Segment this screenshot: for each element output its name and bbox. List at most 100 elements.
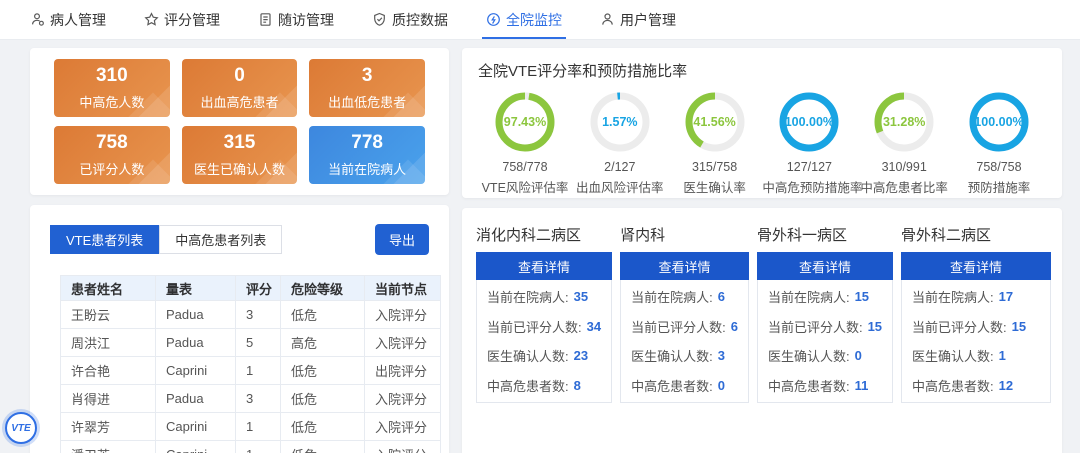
summary-card[interactable]: 778 当前在院病人 <box>309 126 425 184</box>
table-cell: 低危 <box>280 440 365 453</box>
stat-value: 15 <box>1011 318 1027 334</box>
table-cell: 入院评分 <box>364 328 441 357</box>
table-cell: Padua <box>155 300 236 329</box>
top-navigation: 病人管理 评分管理 随访管理 质控数据 全院监控 用户管理 <box>0 0 1080 40</box>
department-stat-line: 中高危患者数: 8 <box>487 371 601 401</box>
summary-card[interactable]: 315 医生已确认人数 <box>181 126 298 184</box>
stat-label: 中高危患者数: <box>912 378 994 394</box>
departments-panel: 消化内科二病区 查看详情 当前在院病人: 35 当前已评分人数: 34 医生确认人数: 23 中… <box>462 208 1062 453</box>
stat-value: 17 <box>998 289 1014 305</box>
table-row: 肖得进 Padua 3 低危 入院评分 <box>60 384 441 413</box>
stat-label: 医生确认人数: <box>767 349 850 365</box>
gauge-fraction: 127/127 <box>786 160 832 174</box>
department-stat-line: 当前在院病人: 35 <box>487 282 601 312</box>
department-stat-line: 当前已评分人数: 15 <box>768 312 882 342</box>
nav-item-user-management[interactable]: 用户管理 <box>600 0 676 39</box>
nav-item-quality-control-data[interactable]: 质控数据 <box>372 0 448 39</box>
patient-list-toolbar: VTE患者列表 中高危患者列表 导出 <box>50 224 429 255</box>
table-cell: 入院评分 <box>364 440 441 453</box>
export-button[interactable]: 导出 <box>374 224 429 255</box>
table-cell: 王盼云 <box>60 300 156 329</box>
gauge-label: VTE风险评估率 <box>481 181 569 195</box>
view-details-button[interactable]: 查看详情 <box>756 252 894 280</box>
nav-item-patient-management[interactable]: 病人管理 <box>30 0 106 39</box>
stat-label: 当前在院病人: <box>767 290 850 306</box>
column-header: 量表 <box>155 275 236 301</box>
table-cell: 1 <box>235 412 281 441</box>
summary-card-label: 当前在院病人 <box>328 161 407 177</box>
stat-label: 当前在院病人: <box>912 290 994 306</box>
summary-card-value: 3 <box>361 64 373 86</box>
gauge-fraction: 310/991 <box>881 160 927 174</box>
department-stat-line: 当前已评分人数: 34 <box>487 312 601 342</box>
department-stat-line: 当前在院病人: 17 <box>912 282 1040 312</box>
view-details-button[interactable]: 查看详情 <box>476 252 613 280</box>
department-stat-line: 中高危患者数: 0 <box>631 371 738 401</box>
summary-card[interactable]: 310 中高危人数 <box>54 59 170 117</box>
gauge-label: 中高危患者比率 <box>860 181 948 195</box>
department-title: 骨外科一病区 <box>756 227 847 244</box>
donut-gauge: 100.00% 127/127 中高危预防措施率 <box>762 91 863 196</box>
department-stat-line: 医生确认人数: 0 <box>768 341 882 371</box>
nav-item-label: 全院监控 <box>506 11 562 28</box>
patient-list-tab-1[interactable]: 中高危患者列表 <box>159 225 283 254</box>
patient-table: 患者姓名 量表 评分 危险等级 当前节点 王盼云 Padua 3 低危 入院评分 周洪江 Padua… <box>60 275 441 453</box>
table-cell: 1 <box>235 356 281 385</box>
gauge-label: 中高危预防措施率 <box>762 181 863 195</box>
table-cell: 高危 <box>280 328 365 357</box>
shield-check-icon <box>372 12 387 27</box>
summary-card[interactable]: 758 已评分人数 <box>54 126 170 184</box>
summary-card-value: 778 <box>351 131 383 153</box>
overview-title: 全院VTE评分率和预防措施比率 <box>478 63 688 80</box>
summary-card-value: 315 <box>223 131 256 153</box>
stat-label: 当前在院病人: <box>631 290 713 306</box>
view-details-button[interactable]: 查看详情 <box>901 252 1052 280</box>
donut-gauge: 100.00% 758/758 预防措施率 <box>952 91 1046 196</box>
table-cell: 5 <box>235 328 281 357</box>
nav-item-label: 评分管理 <box>164 11 220 28</box>
view-details-button[interactable]: 查看详情 <box>620 252 749 280</box>
department-stat-line: 医生确认人数: 23 <box>487 341 601 371</box>
department-title: 肾内科 <box>620 227 666 244</box>
table-cell: 低危 <box>280 412 365 441</box>
stat-label: 医生确认人数: <box>487 349 569 365</box>
stat-value: 1 <box>998 348 1006 364</box>
table-cell: 许翠芳 <box>60 412 156 441</box>
table-cell: 低危 <box>280 300 365 329</box>
stat-value: 3 <box>717 348 725 364</box>
star-icon <box>144 12 159 27</box>
donut-chart: 100.00% <box>968 91 1030 153</box>
table-row: 许合艳 Caprini 1 低危 出院评分 <box>60 356 441 385</box>
patient-list-tab-0[interactable]: VTE患者列表 <box>50 225 160 254</box>
stat-value: 12 <box>998 377 1014 393</box>
nav-item-label: 质控数据 <box>392 11 448 28</box>
stat-label: 中高危患者数: <box>767 378 850 394</box>
stat-label: 当前已评分人数: <box>487 319 582 335</box>
table-row: 王盼云 Padua 3 低危 入院评分 <box>60 300 441 329</box>
table-cell: 潘卫芳 <box>60 440 156 453</box>
donut-chart: 1.57% <box>589 91 651 153</box>
summary-card-label: 医生已确认人数 <box>193 161 285 177</box>
table-cell: 3 <box>235 300 281 329</box>
stat-label: 医生确认人数: <box>912 349 994 365</box>
summary-card[interactable]: 0 出血高危患者 <box>181 59 298 117</box>
table-cell: 肖得进 <box>60 384 156 413</box>
summary-card-value: 758 <box>95 131 128 153</box>
nav-item-score-management[interactable]: 评分管理 <box>144 0 220 39</box>
table-row: 周洪江 Padua 5 高危 入院评分 <box>60 328 441 357</box>
vte-floating-badge[interactable]: VTE <box>5 412 37 444</box>
department-stat-line: 当前已评分人数: 15 <box>912 312 1040 342</box>
clipboard-icon <box>258 12 273 27</box>
summary-card-label: 中高危人数 <box>79 94 145 110</box>
nav-item-hospital-monitoring[interactable]: 全院监控 <box>482 0 566 39</box>
stat-label: 医生确认人数: <box>631 349 713 365</box>
stat-label: 当前已评分人数: <box>912 319 1007 335</box>
nav-item-followup-management[interactable]: 随访管理 <box>258 0 334 39</box>
table-cell: Caprini <box>155 412 236 441</box>
nav-item-label: 病人管理 <box>50 11 106 28</box>
person-gear-icon <box>30 12 45 27</box>
gauge-fraction: 2/127 <box>604 160 636 174</box>
stat-label: 中高危患者数: <box>487 378 569 394</box>
stat-value: 15 <box>867 318 883 334</box>
summary-card[interactable]: 3 出血低危患者 <box>309 59 425 117</box>
